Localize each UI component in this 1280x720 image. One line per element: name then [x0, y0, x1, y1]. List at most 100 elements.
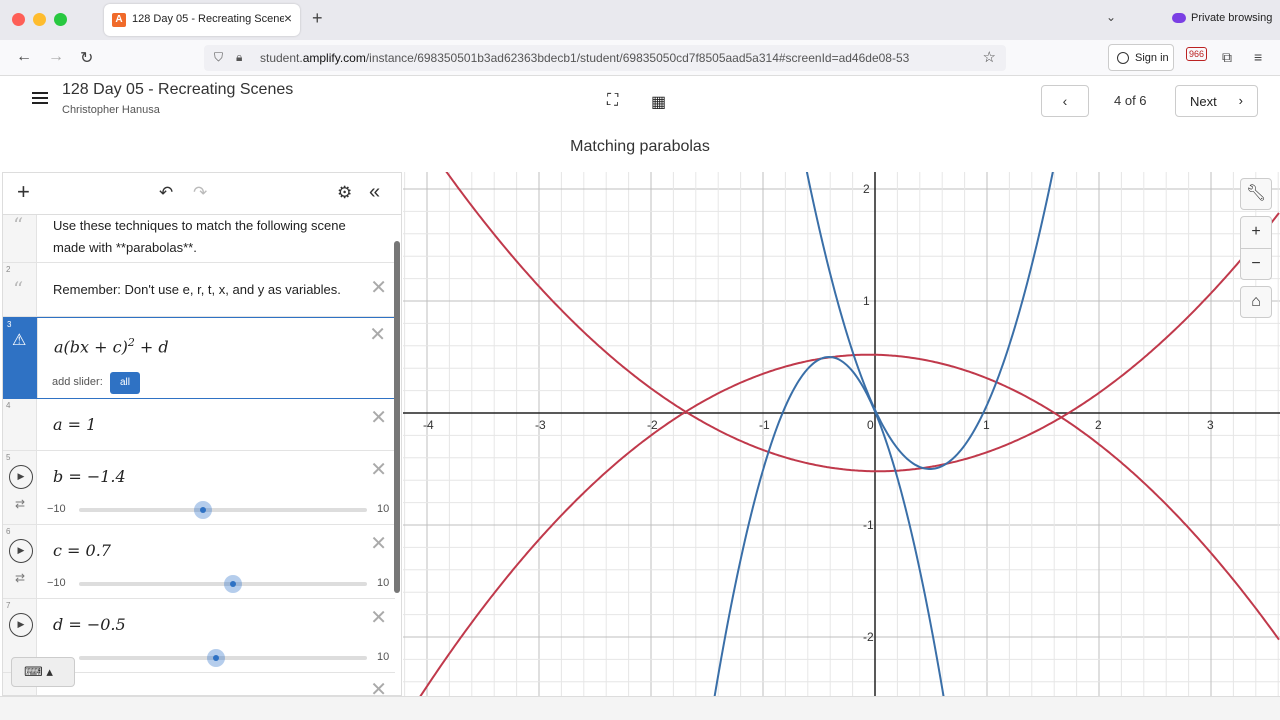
add-item-icon[interactable]: + [17, 179, 30, 205]
y-tick-label: 1 [863, 294, 870, 308]
x-tick-label: -3 [535, 418, 546, 432]
fullscreen-icon[interactable]: ⛶ [607, 92, 618, 110]
slider-thumb[interactable] [206, 649, 225, 667]
slider-max[interactable]: 10 [377, 503, 389, 515]
blue-parabola-up [805, 172, 1054, 470]
expression-math[interactable]: b = −1.4 [53, 467, 126, 486]
bottom-bar [0, 696, 1280, 720]
slider-row[interactable]: 6 ▶ ⇄ c = 0.7 −10 10 ✕ [3, 525, 395, 599]
tab-title: 128 Day 05 - Recreating Scenes [132, 13, 284, 25]
slider-max[interactable]: 10 [377, 651, 389, 663]
slider-max[interactable]: 10 [377, 577, 389, 589]
chevron-left-icon: ‹ [1062, 93, 1068, 109]
note-quote-icon: “ [13, 213, 24, 237]
page-counter: 4 of 6 [1114, 93, 1147, 108]
undo-icon[interactable]: ↶ [159, 183, 173, 203]
graph-paper[interactable]: -4 -3 -2 -1 0 1 2 3 2 1 -1 -2 🔧︎ + − ⌂ [403, 172, 1280, 696]
expression-list-panel: “ Use these techniques to match the foll… [2, 172, 402, 696]
extensions-puzzle-icon[interactable]: ⧉ [1222, 49, 1232, 66]
maximize-window-button[interactable] [54, 13, 67, 26]
y-tick-label: -1 [863, 518, 874, 532]
loop-icon[interactable]: ⇄ [15, 571, 25, 585]
private-browsing-indicator: Private browsing [1172, 12, 1272, 24]
new-tab-icon[interactable]: + [312, 8, 323, 29]
play-icon[interactable]: ▶ [9, 539, 33, 563]
slider-row[interactable]: 5 ▶ ⇄ b = −1.4 −10 10 ✕ [3, 451, 395, 525]
x-tick-label: 1 [983, 418, 990, 432]
graph-svg[interactable]: -4 -3 -2 -1 0 1 2 3 2 1 -1 -2 [403, 172, 1280, 696]
amplify-favicon-icon: A [112, 13, 126, 27]
previous-button[interactable]: ‹ [1041, 85, 1089, 117]
slider-track[interactable] [79, 508, 367, 512]
expression-math[interactable]: a = 1 [53, 415, 96, 434]
lock-icon[interactable]: 🔒︎ [236, 50, 242, 65]
lesson-title: 128 Day 05 - Recreating Scenes [62, 81, 294, 98]
zoom-out-icon[interactable]: − [1241, 249, 1271, 281]
delete-row-icon[interactable]: ✕ [370, 275, 387, 300]
keyboard-toggle-button[interactable]: ⌨ ▴ [11, 657, 75, 687]
minimize-window-button[interactable] [33, 13, 46, 26]
bookmark-star-icon[interactable]: ☆ [983, 48, 996, 66]
expression-math[interactable]: a(bx + c)2 + d [54, 336, 169, 356]
y-tick-label: 2 [863, 182, 870, 196]
expression-math[interactable]: c = 0.7 [53, 541, 111, 560]
reload-icon[interactable]: ↻ [80, 48, 93, 68]
next-button[interactable]: Next › [1175, 85, 1258, 117]
address-bar[interactable]: ⛉ 🔒︎ student.amplify.com/instance/698350… [204, 45, 1006, 71]
slider-min[interactable]: −10 [47, 577, 66, 589]
expression-scrollbar[interactable] [394, 241, 400, 593]
chevron-down-icon[interactable]: ⌄ [1106, 10, 1116, 24]
slider-min[interactable]: −10 [47, 503, 66, 515]
y-tick-label: -2 [863, 630, 874, 644]
delete-row-icon[interactable]: ✕ [369, 322, 386, 347]
shield-icon[interactable]: ⛉ [214, 50, 223, 65]
hamburger-menu-icon[interactable] [32, 92, 48, 104]
delete-row-icon[interactable]: ✕ [370, 605, 387, 630]
private-mask-icon [1172, 13, 1186, 24]
delete-row-icon[interactable]: ✕ [370, 677, 387, 695]
calculator-icon[interactable]: ▦ [651, 92, 666, 112]
sign-in-button[interactable]: Sign in [1108, 44, 1174, 71]
close-window-button[interactable] [12, 13, 25, 26]
play-icon[interactable]: ▶ [9, 465, 33, 489]
expression-row[interactable]: 4 a = 1 ✕ [3, 399, 395, 451]
x-tick-label: 0 [867, 418, 874, 432]
forward-arrow-icon[interactable]: → [48, 48, 64, 66]
back-arrow-icon[interactable]: ← [16, 48, 32, 66]
expression-math[interactable]: d = −0.5 [53, 615, 126, 634]
blue-parabola-down [713, 355, 945, 696]
chevron-right-icon: › [1238, 93, 1243, 108]
close-tab-icon[interactable]: × [284, 10, 292, 26]
delete-row-icon[interactable]: ✕ [370, 531, 387, 556]
url-text[interactable]: student.amplify.com/instance/698350501b3… [260, 51, 972, 65]
slider-track[interactable] [79, 582, 367, 586]
x-tick-label: -1 [759, 418, 770, 432]
expression-row-selected[interactable]: 3 ⚠ a(bx + c)2 + d add slider: all ✕ [3, 317, 395, 399]
account-icon [1117, 52, 1129, 64]
keyboard-icon: ⌨ [24, 664, 43, 679]
red-parabola-up [445, 172, 1280, 473]
collapse-panel-icon[interactable]: « [369, 181, 380, 204]
add-slider-all-button[interactable]: all [110, 372, 140, 394]
x-tick-label: 2 [1095, 418, 1102, 432]
browser-tab[interactable]: A 128 Day 05 - Recreating Scenes × [104, 4, 300, 36]
menu-icon[interactable]: ≡ [1254, 49, 1262, 65]
extension-badge-icon[interactable]: 966 [1186, 47, 1208, 61]
note-row[interactable]: 2 “ Remember: Don't use e, r, t, x, and y… [3, 263, 395, 317]
settings-gear-icon[interactable]: ⚙ [337, 183, 352, 203]
redo-icon[interactable]: ↷ [193, 183, 207, 203]
play-icon[interactable]: ▶ [9, 613, 33, 637]
screen-title: Matching parabolas [570, 138, 710, 155]
slider-thumb[interactable] [224, 575, 243, 593]
note-text: Use these techniques to match the follow… [53, 218, 346, 255]
warning-icon[interactable]: ⚠ [12, 330, 26, 350]
delete-row-icon[interactable]: ✕ [370, 405, 387, 430]
graph-settings-wrench-icon[interactable]: 🔧︎ [1240, 178, 1272, 210]
home-icon[interactable]: ⌂ [1240, 286, 1272, 318]
delete-row-icon[interactable]: ✕ [370, 457, 387, 482]
browser-tab-strip: A 128 Day 05 - Recreating Scenes × + ⌄ P… [0, 0, 1280, 40]
x-tick-label: -2 [647, 418, 658, 432]
loop-icon[interactable]: ⇄ [15, 497, 25, 511]
slider-thumb[interactable] [193, 501, 212, 519]
zoom-in-icon[interactable]: + [1241, 217, 1271, 249]
